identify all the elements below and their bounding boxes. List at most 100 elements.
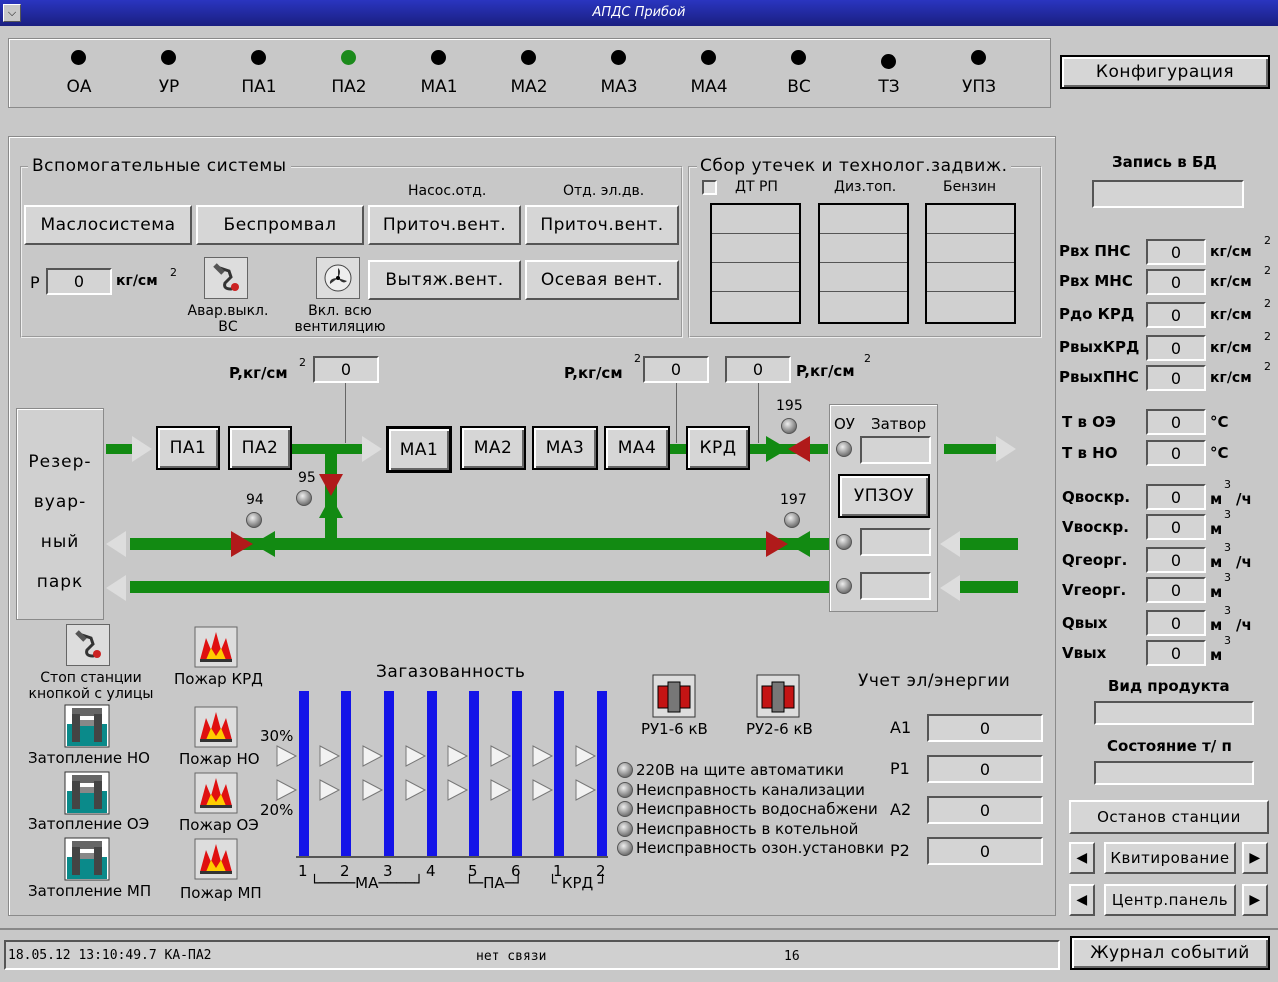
ru1-label: РУ1-6 кВ — [641, 720, 708, 738]
fault-lamp — [617, 820, 633, 837]
pressure-unit: кг/см — [1210, 370, 1252, 386]
ru2-icon[interactable] — [756, 674, 800, 722]
upzou-button[interactable]: УПЗОУ — [838, 474, 930, 518]
window-menu-button[interactable]: ⌵ — [3, 4, 21, 22]
fire-oe-label: Пожар ОЭ — [179, 816, 259, 834]
fire-no-icon — [194, 706, 238, 752]
gas-group-krd-bracket: └ КРД ┘ — [548, 874, 608, 892]
pump-ma2-button[interactable]: МА2 — [460, 426, 526, 470]
gas-bar — [427, 691, 437, 856]
flow-unit: м — [1210, 646, 1223, 664]
axial-vent-button[interactable]: Осевая вент. — [525, 260, 679, 300]
flow-label: Vгеорг. — [1062, 581, 1127, 599]
flow-arrow-top-in — [132, 436, 152, 462]
valve-197-icon[interactable] — [766, 531, 810, 557]
gas-threshold-high-marker — [319, 745, 341, 767]
gas-level-30: 30% — [260, 727, 294, 745]
fire-mp-icon — [194, 838, 238, 884]
gauge-line-1 — [345, 383, 346, 443]
indicator-lamp — [71, 50, 86, 65]
fan-icon[interactable] — [316, 257, 360, 299]
gas-bar-label: 4 — [426, 862, 436, 880]
temp-value: 0 — [1146, 409, 1206, 435]
energy-row-label: P2 — [890, 841, 910, 860]
pump-pa2-button[interactable]: ПА2 — [228, 426, 292, 470]
fire-no-label: Пожар НО — [179, 750, 260, 768]
aux-p-label: P — [30, 273, 40, 292]
ru1-icon[interactable] — [652, 674, 696, 722]
ack-prev-button[interactable]: ◀ — [1069, 842, 1095, 874]
valve-94-lamp — [246, 512, 262, 528]
energy-row-value: 0 — [927, 837, 1043, 865]
stop-station-button[interactable]: Останов станции — [1069, 800, 1269, 834]
fire-icon — [194, 838, 238, 880]
valve-94-icon[interactable] — [231, 531, 275, 557]
flow-label: Qвых — [1062, 614, 1108, 632]
street-stop-icon[interactable] — [66, 624, 110, 666]
indicator-label: УР — [158, 77, 180, 97]
flow-unit: м — [1210, 583, 1223, 601]
central-next-button[interactable]: ▶ — [1242, 884, 1268, 916]
status-separator — [0, 928, 1278, 930]
pressure-value: 0 — [1146, 335, 1206, 361]
valve-197-label: 197 — [780, 492, 807, 508]
motor-supply-vent-button[interactable]: Приточ.вент. — [525, 205, 679, 245]
gate-label: Затвор — [871, 415, 927, 433]
fire-krd-label: Пожар КРД — [174, 670, 263, 688]
pressure-value: 0 — [1146, 239, 1206, 265]
exhaust-vent-button[interactable]: Вытяж.вент. — [368, 260, 521, 300]
dtrp-checkbox[interactable] — [702, 180, 717, 195]
valve-195-icon[interactable] — [766, 436, 810, 462]
indicator-label: МА4 — [690, 77, 728, 97]
pump-ma1-button[interactable]: МА1 — [386, 426, 452, 473]
gas-bar — [469, 691, 479, 856]
pump-supply-vent-button[interactable]: Приточ.вент. — [368, 205, 521, 245]
flood-no-label: Затопление НО — [28, 749, 150, 767]
bespromval-button[interactable]: Беспромвал — [196, 205, 364, 245]
fire-icon — [194, 706, 238, 748]
oil-system-button[interactable]: Маслосистема — [24, 205, 192, 245]
krd-button[interactable]: КРД — [686, 426, 750, 470]
db-title: Запись в БД — [1112, 153, 1217, 171]
vent-all-label: Вкл. всю вентиляцию — [294, 303, 386, 335]
indicator-lamp — [161, 50, 176, 65]
pressure-value: 0 — [1146, 269, 1206, 295]
event-journal-button[interactable]: Журнал событий — [1070, 936, 1270, 970]
temp-value: 0 — [1146, 440, 1206, 466]
valve-197-lamp — [784, 512, 800, 528]
gas-bar — [341, 691, 351, 856]
gas-group-ma-bracket: └────МА────┘ — [310, 874, 424, 892]
acknowledge-button[interactable]: Квитирование — [1104, 842, 1236, 874]
pump-ma4-button[interactable]: МА4 — [604, 426, 670, 470]
central-prev-button[interactable]: ◀ — [1069, 884, 1095, 916]
temp-unit: °C — [1210, 444, 1229, 462]
flow-unit: м — [1210, 616, 1223, 634]
flow-value: 0 — [1146, 610, 1206, 636]
configuration-button[interactable]: Конфигурация — [1060, 55, 1270, 89]
fire-mp-label: Пожар МП — [180, 884, 262, 902]
valve-95-icon[interactable] — [319, 474, 343, 518]
ack-next-button[interactable]: ▶ — [1242, 842, 1268, 874]
gas-bar — [384, 691, 394, 856]
flow-arrow-top-out — [996, 436, 1016, 462]
flow-label: Vвых — [1062, 644, 1107, 662]
leak-level-diesel — [818, 203, 909, 324]
indicator-label: ОА — [66, 77, 92, 97]
pump-ma3-button[interactable]: МА3 — [532, 426, 598, 470]
fault-lamp — [617, 781, 633, 798]
gas-threshold-high-marker — [362, 745, 384, 767]
street-stop-label: Стоп станции кнопкой с улицы — [28, 670, 154, 702]
status-count: 16 — [784, 949, 800, 964]
flood-oe-label: Затопление ОЭ — [28, 815, 150, 833]
indicator-label: ВС — [787, 77, 811, 97]
fault-label: Неисправность канализации — [636, 780, 865, 799]
central-panel-button[interactable]: Центр.панель — [1104, 884, 1236, 916]
flow-arrow-bottom-out — [106, 575, 126, 601]
flow-unit-exp: 3 — [1224, 571, 1231, 584]
pump-pa1-button[interactable]: ПА1 — [156, 426, 220, 470]
indicator-lamp — [521, 50, 536, 65]
emergency-off-icon[interactable] — [204, 257, 248, 299]
energy-row-value: 0 — [927, 796, 1043, 824]
temp-unit: °C — [1210, 413, 1229, 431]
window-title-bar: АПДС Прибой — [0, 0, 1278, 26]
